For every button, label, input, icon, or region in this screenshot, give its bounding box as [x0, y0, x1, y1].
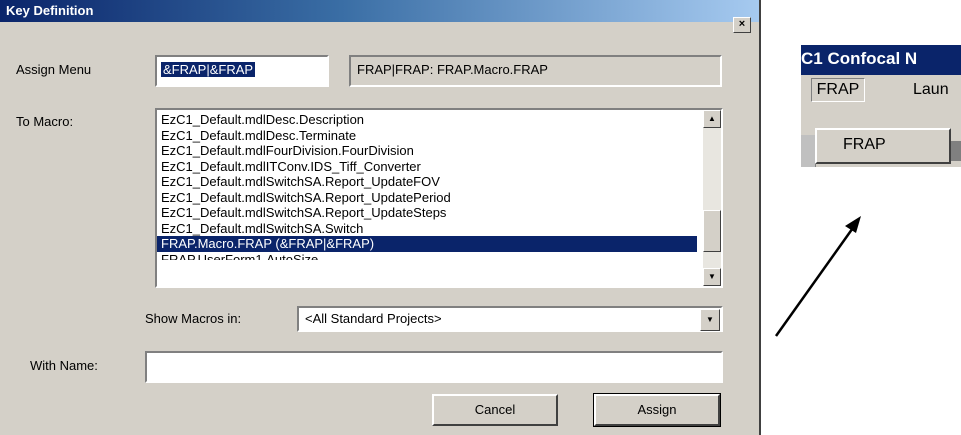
pointer-arrow-icon — [774, 216, 861, 337]
